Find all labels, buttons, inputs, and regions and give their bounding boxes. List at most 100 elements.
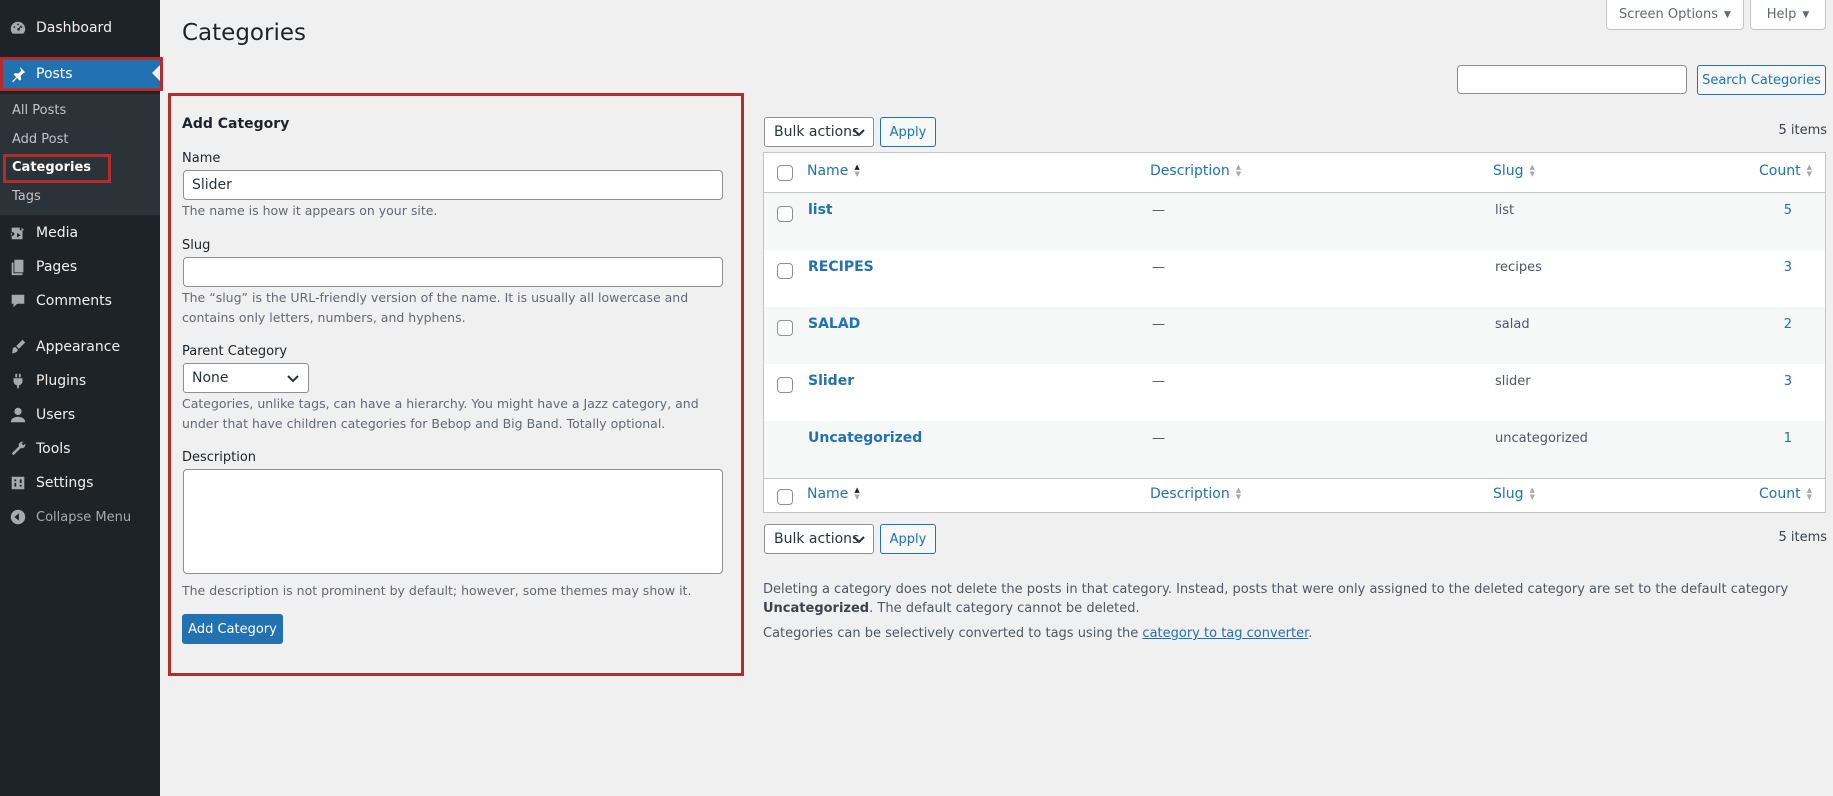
apply-button-bottom[interactable]: Apply — [880, 524, 936, 554]
items-count-top: 5 items — [1778, 123, 1827, 138]
menu-plugins[interactable]: Plugins — [0, 364, 160, 398]
settings-icon — [0, 474, 36, 492]
menu-settings[interactable]: Settings — [0, 466, 160, 500]
select-all-checkbox-footer[interactable] — [777, 489, 793, 505]
collapse-icon — [0, 508, 36, 526]
column-count-footer[interactable]: Count ▲ ▼ — [1759, 486, 1812, 502]
menu-settings-label: Settings — [36, 475, 94, 491]
screen-options-button[interactable]: Screen Options ▼ — [1606, 0, 1744, 30]
description-textarea[interactable] — [183, 469, 723, 574]
add-category-heading: Add Category — [182, 116, 290, 132]
search-categories-input[interactable] — [1457, 65, 1687, 94]
bulk-actions-select-top[interactable]: Bulk actions — [764, 117, 874, 147]
category-count-link[interactable]: 5 — [1784, 203, 1792, 218]
category-name-link[interactable]: SALAD — [808, 316, 860, 332]
menu-tools-label: Tools — [36, 441, 71, 457]
category-name-link[interactable]: list — [808, 202, 833, 218]
chevron-down-icon — [853, 129, 865, 137]
column-name-footer[interactable]: Name ▲ ▼ — [807, 486, 860, 502]
comments-icon — [0, 292, 36, 310]
menu-media-label: Media — [36, 225, 79, 241]
menu-users[interactable]: Users — [0, 398, 160, 432]
bulk-actions-label: Bulk actions — [774, 124, 860, 140]
column-slug-footer[interactable]: Slug ▲ ▼ — [1493, 486, 1535, 502]
category-name-link[interactable]: RECIPES — [808, 259, 874, 275]
name-input[interactable] — [183, 170, 723, 200]
admin-sidebar: Dashboard Posts All Posts Add Post Categ… — [0, 0, 160, 796]
menu-plugins-label: Plugins — [36, 373, 87, 389]
help-label: Help — [1766, 7, 1797, 22]
sort-icon: ▲ ▼ — [854, 163, 860, 178]
categories-table: Name ▲ ▼ Description ▲ ▼ Slug ▲ ▼ Count ▲ ▼ … — [763, 152, 1826, 513]
delete-note-suffix: . The default category cannot be deleted… — [869, 601, 1140, 616]
name-label: Name — [182, 151, 221, 166]
column-slug-header[interactable]: Slug ▲ ▼ — [1493, 163, 1535, 179]
collapse-menu-button[interactable]: Collapse Menu — [0, 500, 160, 534]
submenu-add-post[interactable]: Add Post — [12, 132, 69, 147]
table-row: list — list 5 — [764, 193, 1825, 250]
column-description-header[interactable]: Description ▲ ▼ — [1150, 163, 1241, 179]
menu-tools[interactable]: Tools — [0, 432, 160, 466]
default-category-name: Uncategorized — [763, 601, 870, 616]
sort-icon: ▲ ▼ — [1806, 486, 1812, 501]
column-description-footer[interactable]: Description ▲ ▼ — [1150, 486, 1241, 502]
plugins-icon — [0, 372, 36, 390]
select-all-checkbox[interactable] — [777, 165, 793, 181]
row-checkbox[interactable] — [777, 263, 793, 279]
category-name-link[interactable]: Slider — [808, 373, 854, 389]
bulk-actions-label: Bulk actions — [774, 531, 860, 547]
category-slug: salad — [1495, 317, 1530, 332]
apply-button-top[interactable]: Apply — [880, 117, 936, 147]
items-count-bottom: 5 items — [1778, 530, 1827, 545]
menu-dashboard[interactable]: Dashboard — [0, 11, 160, 45]
submenu-tags[interactable]: Tags — [12, 189, 41, 204]
category-count-link[interactable]: 2 — [1784, 317, 1792, 332]
category-description: — — [1152, 431, 1165, 446]
bulk-actions-select-bottom[interactable]: Bulk actions — [764, 524, 874, 554]
delete-note-text: Deleting a category does not delete the … — [763, 582, 1789, 597]
column-name-label: Name — [807, 163, 849, 179]
menu-comments[interactable]: Comments — [0, 284, 160, 318]
sort-icon: ▲ ▼ — [1529, 163, 1535, 178]
convert-note-suffix: . — [1308, 626, 1313, 641]
menu-pages[interactable]: Pages — [0, 250, 160, 284]
help-button[interactable]: Help ▼ — [1750, 0, 1826, 30]
collapse-menu-label: Collapse Menu — [36, 509, 132, 525]
sort-icon: ▲ ▼ — [1806, 163, 1812, 178]
media-icon — [0, 224, 36, 242]
slug-input[interactable] — [183, 257, 723, 287]
category-to-tag-converter-link[interactable]: category to tag converter — [1142, 626, 1308, 641]
table-row: SALAD — salad 2 — [764, 307, 1825, 364]
page-title: Categories — [182, 20, 306, 46]
category-count-link[interactable]: 1 — [1784, 431, 1792, 446]
row-checkbox[interactable] — [777, 320, 793, 336]
category-slug: recipes — [1495, 260, 1542, 275]
submenu-all-posts[interactable]: All Posts — [12, 103, 66, 118]
column-count-label: Count — [1759, 163, 1801, 179]
sort-icon: ▲ ▼ — [1235, 486, 1242, 501]
category-count-link[interactable]: 3 — [1784, 374, 1792, 389]
menu-media[interactable]: Media — [0, 216, 160, 250]
category-description: — — [1152, 203, 1165, 218]
delete-category-note: Deleting a category does not delete the … — [763, 580, 1826, 618]
search-categories-button[interactable]: Search Categories — [1697, 65, 1826, 95]
users-icon — [0, 406, 36, 424]
pages-icon — [0, 258, 36, 276]
column-slug-label: Slug — [1493, 486, 1524, 502]
menu-appearance[interactable]: Appearance — [0, 330, 160, 364]
category-count-link[interactable]: 3 — [1784, 260, 1792, 275]
row-checkbox[interactable] — [777, 206, 793, 222]
parent-category-select[interactable]: None — [183, 363, 309, 393]
column-name-header[interactable]: Name ▲ ▼ — [807, 163, 860, 179]
column-count-header[interactable]: Count ▲ ▼ — [1759, 163, 1812, 179]
category-name-link[interactable]: Uncategorized — [808, 430, 922, 446]
chevron-down-icon — [853, 536, 865, 544]
table-row: Uncategorized — uncategorized 1 — [764, 421, 1825, 478]
menu-appearance-label: Appearance — [36, 339, 121, 355]
add-category-button[interactable]: Add Category — [182, 614, 283, 644]
row-checkbox[interactable] — [777, 377, 793, 393]
category-description: — — [1152, 260, 1165, 275]
description-help-text: The description is not prominent by defa… — [182, 583, 692, 598]
menu-comments-label: Comments — [36, 293, 112, 309]
sort-icon: ▲ ▼ — [1235, 163, 1242, 178]
